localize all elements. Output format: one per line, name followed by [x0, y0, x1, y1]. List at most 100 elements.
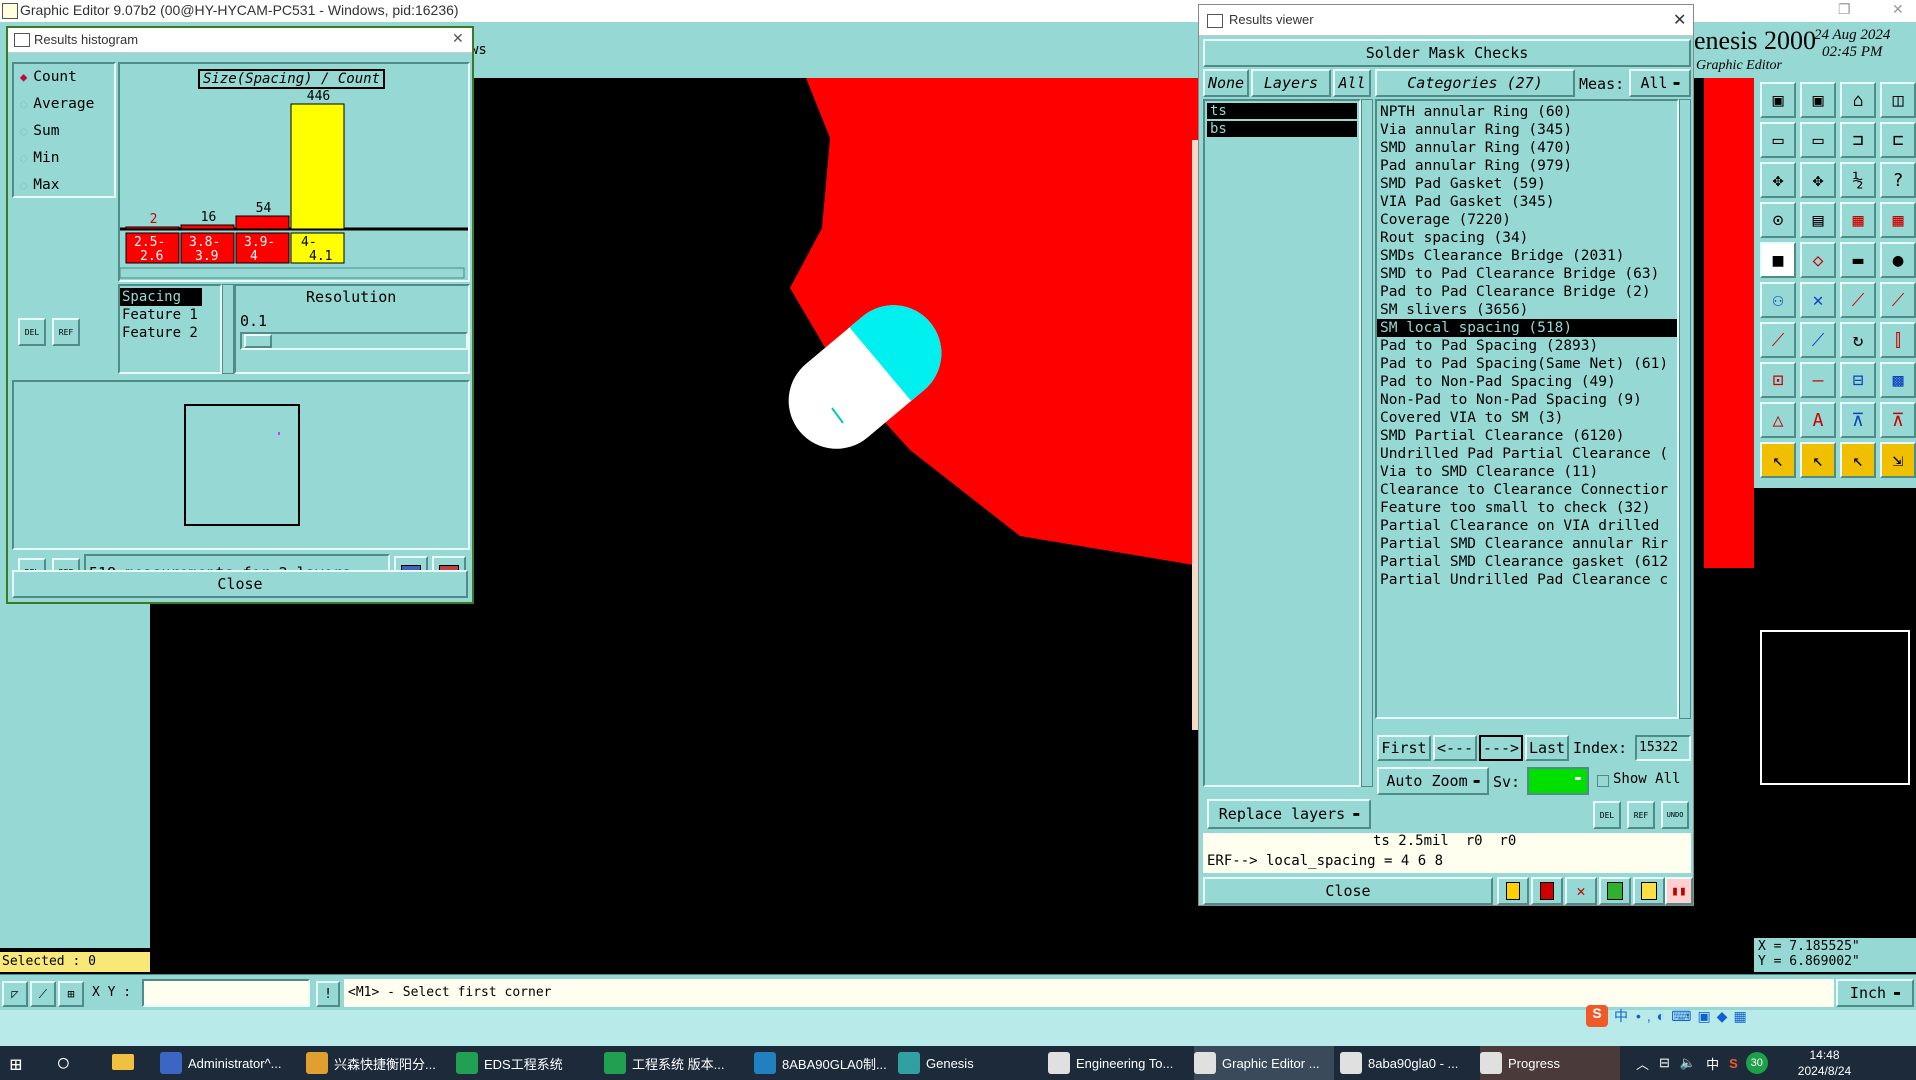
- taskbar-item[interactable]: EDS工程系统: [456, 1046, 596, 1080]
- tool-button-39-icon[interactable]: ↖: [1840, 442, 1876, 478]
- first-button[interactable]: First: [1377, 735, 1431, 761]
- del-button-1[interactable]: DEL: [18, 318, 46, 346]
- taskbar-item[interactable]: 兴森快捷衡阳分...: [306, 1046, 446, 1080]
- chart-bar[interactable]: [125, 226, 180, 230]
- tool-button-17-icon[interactable]: ■: [1760, 242, 1796, 278]
- results-tool-5[interactable]: [1633, 877, 1665, 905]
- results-tool-4[interactable]: [1599, 877, 1631, 905]
- search-icon[interactable]: ○: [58, 1052, 69, 1073]
- taskbar-item[interactable]: Engineering To...: [1048, 1046, 1188, 1080]
- chart-scrollbar[interactable]: [120, 267, 465, 279]
- prev-button[interactable]: <---: [1433, 735, 1477, 761]
- mode-option-min[interactable]: ◆ Min: [14, 145, 114, 172]
- tool-button-3-icon[interactable]: ⌂: [1840, 82, 1876, 118]
- results-ref-button[interactable]: REF: [1627, 801, 1655, 829]
- tool-button-29-icon[interactable]: ⊡: [1760, 362, 1796, 398]
- tool-button-33-icon[interactable]: △: [1760, 402, 1796, 438]
- taskbar-item[interactable]: 8aba90gla0 - ...: [1340, 1046, 1480, 1080]
- tool-button-12-icon[interactable]: ?: [1880, 162, 1916, 198]
- tool-button-9-icon[interactable]: ✥: [1760, 162, 1796, 198]
- network-icon[interactable]: ⊟: [1659, 1055, 1670, 1071]
- results-tool-2[interactable]: [1531, 877, 1563, 905]
- taskbar-item[interactable]: 8ABA90GLA0制...: [754, 1046, 894, 1080]
- tool-button-24-icon[interactable]: ⟋: [1880, 282, 1916, 318]
- tool-button-11-icon[interactable]: ½: [1840, 162, 1876, 198]
- taskbar-item[interactable]: Graphic Editor ...: [1194, 1046, 1334, 1080]
- taskbar-item[interactable]: Genesis: [898, 1046, 1038, 1080]
- tray-lang[interactable]: 中: [1706, 1054, 1719, 1073]
- meas-dropdown[interactable]: All ▬: [1629, 69, 1691, 97]
- mode-icon-2[interactable]: ⟋: [30, 981, 56, 1007]
- chart-bar[interactable]: [180, 224, 235, 230]
- tool-button-26-icon[interactable]: ⟋: [1800, 322, 1836, 358]
- next-button[interactable]: --->: [1479, 735, 1523, 761]
- show-all-checkbox[interactable]: [1597, 775, 1609, 787]
- units-dropdown[interactable]: Inch ▬: [1836, 979, 1914, 1007]
- taskbar-item[interactable]: Progress: [1480, 1046, 1620, 1080]
- category-item[interactable]: Pad annular Ring (979): [1377, 157, 1677, 175]
- ref-button-1[interactable]: REF: [52, 318, 80, 346]
- category-item[interactable]: Partial SMD Clearance annular Rir: [1377, 535, 1677, 553]
- taskbar-item[interactable]: 工程系统 版本...: [604, 1046, 744, 1080]
- resolution-slider[interactable]: [240, 332, 468, 350]
- info-icon[interactable]: !: [316, 981, 340, 1007]
- tool-button-15-icon[interactable]: ▦: [1840, 202, 1876, 238]
- category-item[interactable]: Coverage (7220): [1377, 211, 1677, 229]
- tool-button-10-icon[interactable]: ✥: [1800, 162, 1836, 198]
- results-close-icon[interactable]: ✕: [1673, 10, 1686, 30]
- param-feature-2[interactable]: Feature 2: [120, 324, 220, 342]
- category-item[interactable]: SMD annular Ring (470): [1377, 139, 1677, 157]
- category-item[interactable]: Pad to Pad Spacing (2893): [1377, 337, 1677, 355]
- volume-icon[interactable]: 🔈: [1680, 1055, 1696, 1071]
- xy-input[interactable]: [142, 979, 310, 1007]
- mode-icon-1[interactable]: ◸: [2, 981, 28, 1007]
- overview-frame[interactable]: [1760, 630, 1910, 785]
- index-field[interactable]: 15322: [1635, 735, 1691, 761]
- category-item[interactable]: SMDs Clearance Bridge (2031): [1377, 247, 1677, 265]
- tool-button-1-icon[interactable]: ▣: [1760, 82, 1796, 118]
- tray-chevron-icon[interactable]: ︿: [1636, 1054, 1649, 1073]
- tool-button-5-icon[interactable]: ▭: [1760, 122, 1796, 158]
- maximize-icon[interactable]: ❐: [1838, 1, 1851, 18]
- tool-button-16-icon[interactable]: ▦: [1880, 202, 1916, 238]
- category-item[interactable]: Partial Undrilled Pad Clearance c: [1377, 571, 1677, 589]
- category-item[interactable]: Feature too small to check (32): [1377, 499, 1677, 517]
- category-item[interactable]: Via annular Ring (345): [1377, 121, 1677, 139]
- chart-bar[interactable]: [290, 103, 345, 230]
- histogram-close-icon[interactable]: ✕: [452, 30, 464, 47]
- tool-button-28-icon[interactable]: ⫿: [1880, 322, 1916, 358]
- category-item[interactable]: Pad to Non-Pad Spacing (49): [1377, 373, 1677, 391]
- category-item[interactable]: Pad to Pad Clearance Bridge (2): [1377, 283, 1677, 301]
- category-item[interactable]: Via to SMD Clearance (11): [1377, 463, 1677, 481]
- layer-scrollbar[interactable]: [1361, 99, 1373, 787]
- param-spacing[interactable]: Spacing: [120, 288, 202, 306]
- category-item[interactable]: Non-Pad to Non-Pad Spacing (9): [1377, 391, 1677, 409]
- category-item[interactable]: NPTH annular Ring (60): [1377, 103, 1677, 121]
- results-undo-button[interactable]: UNDO: [1661, 801, 1689, 829]
- tool-button-35-icon[interactable]: ⊼: [1840, 402, 1876, 438]
- category-item[interactable]: Undrilled Pad Partial Clearance (: [1377, 445, 1677, 463]
- tool-button-32-icon[interactable]: ▩: [1880, 362, 1916, 398]
- category-item[interactable]: Partial SMD Clearance gasket (612: [1377, 553, 1677, 571]
- category-item[interactable]: Rout spacing (34): [1377, 229, 1677, 247]
- category-item[interactable]: Covered VIA to SM (3): [1377, 409, 1677, 427]
- tool-button-19-icon[interactable]: ▬: [1840, 242, 1876, 278]
- tool-button-18-icon[interactable]: ◇: [1800, 242, 1836, 278]
- tool-button-36-icon[interactable]: ⊼: [1880, 402, 1916, 438]
- tool-button-27-icon[interactable]: ↻: [1840, 322, 1876, 358]
- close-window-icon[interactable]: ✕: [1892, 1, 1904, 18]
- tool-button-34-icon[interactable]: A: [1800, 402, 1836, 438]
- taskbar-item[interactable]: Administrator^...: [160, 1046, 300, 1080]
- results-close-button[interactable]: Close: [1203, 877, 1493, 905]
- category-item[interactable]: SM local spacing (518): [1377, 319, 1677, 337]
- auto-zoom-dropdown[interactable]: Auto Zoom ▬: [1377, 767, 1489, 795]
- sogou-tray-icon[interactable]: S: [1729, 1056, 1738, 1071]
- layer-item-ts[interactable]: ts: [1207, 103, 1357, 119]
- category-item[interactable]: Partial Clearance on VIA drilled: [1377, 517, 1677, 535]
- tool-button-21-icon[interactable]: ⚇: [1760, 282, 1796, 318]
- chart-bar[interactable]: [235, 215, 290, 230]
- tool-button-20-icon[interactable]: ●: [1880, 242, 1916, 278]
- clock[interactable]: 14:48 2024/8/24: [1798, 1047, 1851, 1079]
- tool-button-2-icon[interactable]: ▣: [1800, 82, 1836, 118]
- tool-button-23-icon[interactable]: ⟋: [1840, 282, 1876, 318]
